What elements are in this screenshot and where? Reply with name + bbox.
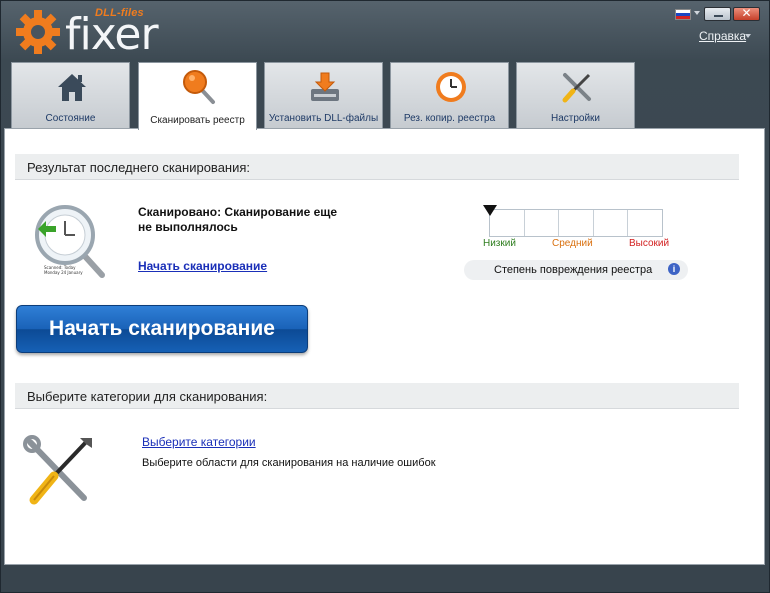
- minimize-button[interactable]: [704, 7, 731, 21]
- choose-categories-link[interactable]: Выберите категории: [142, 435, 256, 449]
- home-icon: [58, 74, 86, 101]
- gear-logo-icon: [16, 10, 60, 54]
- damage-label: Степень повреждения реестра: [494, 264, 653, 276]
- damage-meter: [489, 209, 663, 237]
- damage-label-pill: Степень повреждения реестра i: [464, 260, 688, 280]
- install-icon: [311, 72, 339, 101]
- tab-label: Состояние: [45, 113, 96, 124]
- info-icon[interactable]: i: [668, 263, 680, 275]
- start-scan-button[interactable]: Начать сканирование: [16, 305, 308, 353]
- tab-registry-backup[interactable]: Рез. копир. реестра: [390, 62, 509, 128]
- tab-scan-registry[interactable]: Сканировать реестр: [138, 62, 257, 130]
- tools-icon: [562, 73, 591, 103]
- logo-title: fixer: [65, 9, 159, 60]
- tab-label: Установить DLL-файлы: [268, 113, 379, 124]
- close-icon: ✕: [741, 6, 752, 20]
- backup-clock-icon: [436, 72, 466, 102]
- help-menu-link[interactable]: Справка: [699, 29, 746, 43]
- app-window: DLL-files fixer ✕ Справка Состояние Скан…: [0, 0, 770, 593]
- damage-level-low: Низкий: [483, 238, 516, 249]
- magnifier-icon: [183, 70, 215, 104]
- damage-level-high: Высокий: [629, 238, 670, 249]
- categories-description: Выберите области для сканирования на нал…: [142, 457, 436, 469]
- categories-section-title: Выберите категории для сканирования:: [15, 383, 739, 409]
- damage-pointer-icon: [483, 205, 497, 216]
- tab-label: Сканировать реестр: [150, 115, 245, 126]
- app-logo: DLL-files fixer: [15, 7, 159, 60]
- wrench-screwdriver-icon: [23, 435, 92, 505]
- tab-settings[interactable]: Настройки: [516, 62, 635, 128]
- meter-cell: [594, 210, 629, 236]
- meter-cell: [559, 210, 594, 236]
- tab-label: Настройки: [550, 113, 601, 124]
- language-flag-icon[interactable]: [675, 9, 691, 20]
- content-panel: Результат последнего сканирования: Scann…: [4, 128, 765, 565]
- tab-status[interactable]: Состояние: [11, 62, 130, 128]
- meter-cell: [628, 210, 662, 236]
- tab-label: Рез. копир. реестра: [403, 113, 496, 124]
- start-scan-link[interactable]: Начать сканирование: [138, 259, 267, 273]
- help-dropdown-arrow-icon[interactable]: [745, 34, 751, 38]
- scan-clock-magnifier-icon: Scanned: Today Monday 24 January: [35, 205, 105, 278]
- scan-status-text: Сканировано: Сканирование еще не выполня…: [138, 205, 338, 234]
- meter-cell: [525, 210, 560, 236]
- close-button[interactable]: ✕: [733, 6, 760, 21]
- damage-level-medium: Средний: [552, 238, 593, 249]
- last-scan-section-title: Результат последнего сканирования:: [15, 154, 739, 180]
- icon-caption-2: Monday 24 January: [44, 270, 83, 275]
- language-dropdown-arrow-icon[interactable]: [694, 11, 700, 15]
- tab-install-dll[interactable]: Установить DLL-файлы: [264, 62, 383, 128]
